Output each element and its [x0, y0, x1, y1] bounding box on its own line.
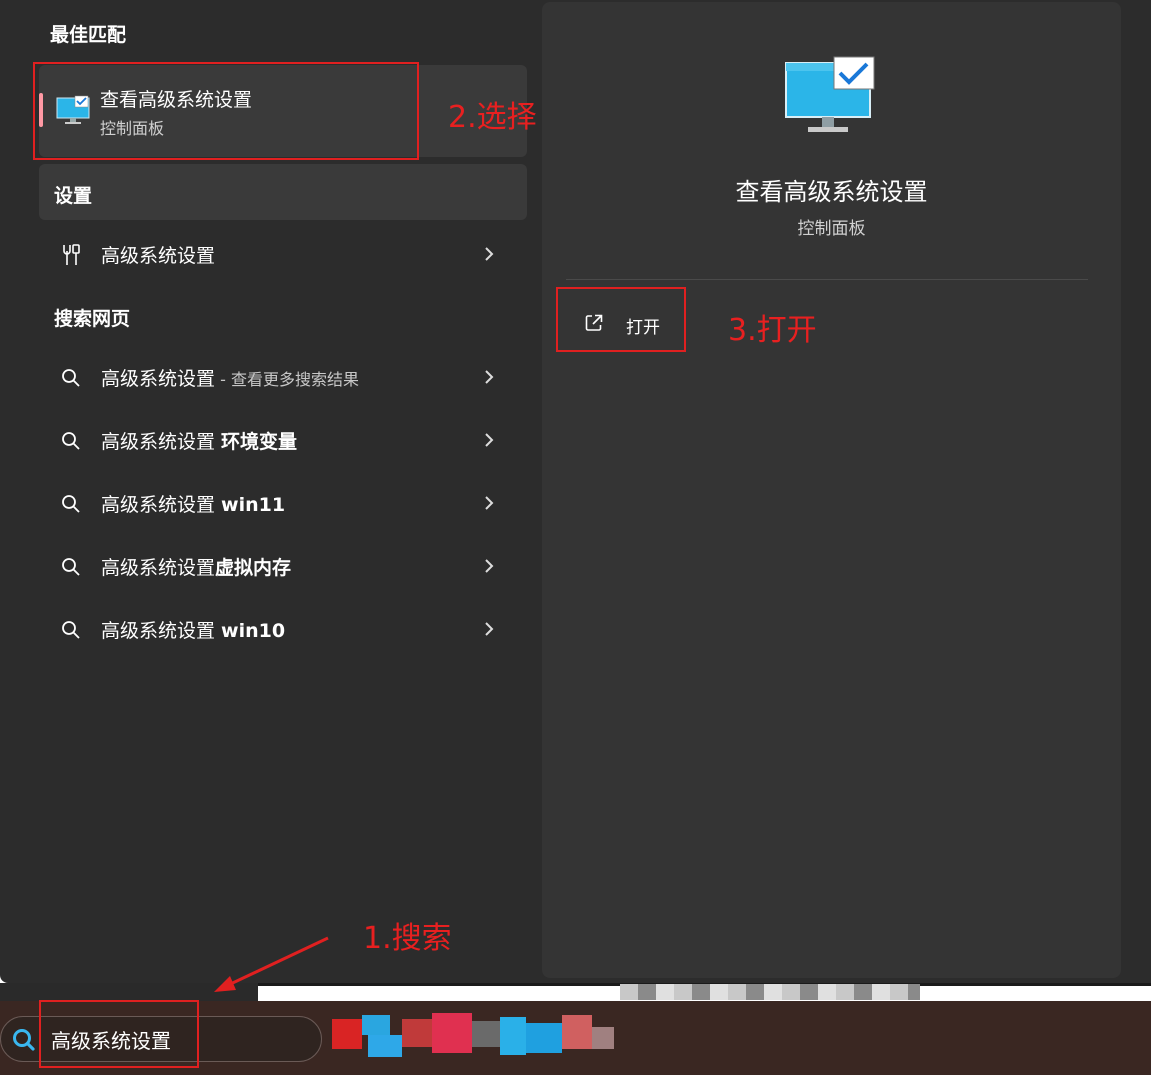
- search-icon: [62, 621, 80, 639]
- web-search-item[interactable]: 高级系统设置虚拟内存: [39, 538, 527, 594]
- settings-tools-icon: [63, 244, 80, 265]
- web-search-heading: 搜索网页: [54, 308, 131, 330]
- annotation-step1: 1.搜索: [363, 921, 452, 956]
- chevron-right-icon: [485, 559, 494, 573]
- web-search-item[interactable]: 高级系统设置 - 查看更多搜索结果: [39, 349, 527, 405]
- settings-item-label: 高级系统设置: [101, 245, 216, 267]
- web-search-item[interactable]: 高级系统设置 win10: [39, 601, 527, 657]
- annotation-box-select: [33, 62, 419, 160]
- search-icon: [62, 369, 80, 387]
- search-icon: [62, 558, 80, 576]
- divider: [566, 279, 1088, 280]
- annotation-step2: 2.选择: [448, 100, 537, 135]
- settings-item-advanced-system[interactable]: 高级系统设置: [39, 226, 527, 282]
- chevron-right-icon: [485, 370, 494, 384]
- web-search-label: 高级系统设置 - 查看更多搜索结果: [101, 368, 359, 390]
- detail-subtitle: 控制面板: [797, 219, 866, 239]
- web-search-item[interactable]: 高级系统设置 win11: [39, 475, 527, 531]
- web-search-label: 高级系统设置虚拟内存: [101, 557, 292, 579]
- search-icon: [62, 432, 80, 450]
- annotation-arrow: [214, 936, 329, 992]
- search-icon: [13, 1029, 35, 1051]
- settings-section-header[interactable]: 设置: [39, 164, 527, 220]
- web-search-label: 高级系统设置 win11: [101, 494, 286, 516]
- annotation-step3: 3.打开: [728, 313, 817, 348]
- search-icon: [62, 495, 80, 513]
- chevron-right-icon: [485, 433, 494, 447]
- settings-heading: 设置: [54, 185, 93, 207]
- chevron-right-icon: [485, 496, 494, 510]
- web-search-label: 高级系统设置 环境变量: [101, 431, 298, 453]
- chevron-right-icon: [485, 247, 494, 261]
- detail-panel: 查看高级系统设置 控制面板 打开: [542, 2, 1121, 978]
- web-search-item[interactable]: 高级系统设置 环境变量: [39, 412, 527, 468]
- detail-title: 查看高级系统设置: [735, 178, 928, 206]
- chevron-right-icon: [485, 622, 494, 636]
- annotation-box-search: [39, 1000, 199, 1068]
- best-match-heading: 最佳匹配: [50, 24, 127, 46]
- web-search-label: 高级系统设置 win10: [101, 620, 286, 642]
- annotation-box-open: [556, 287, 686, 352]
- monitor-check-icon: [785, 56, 875, 132]
